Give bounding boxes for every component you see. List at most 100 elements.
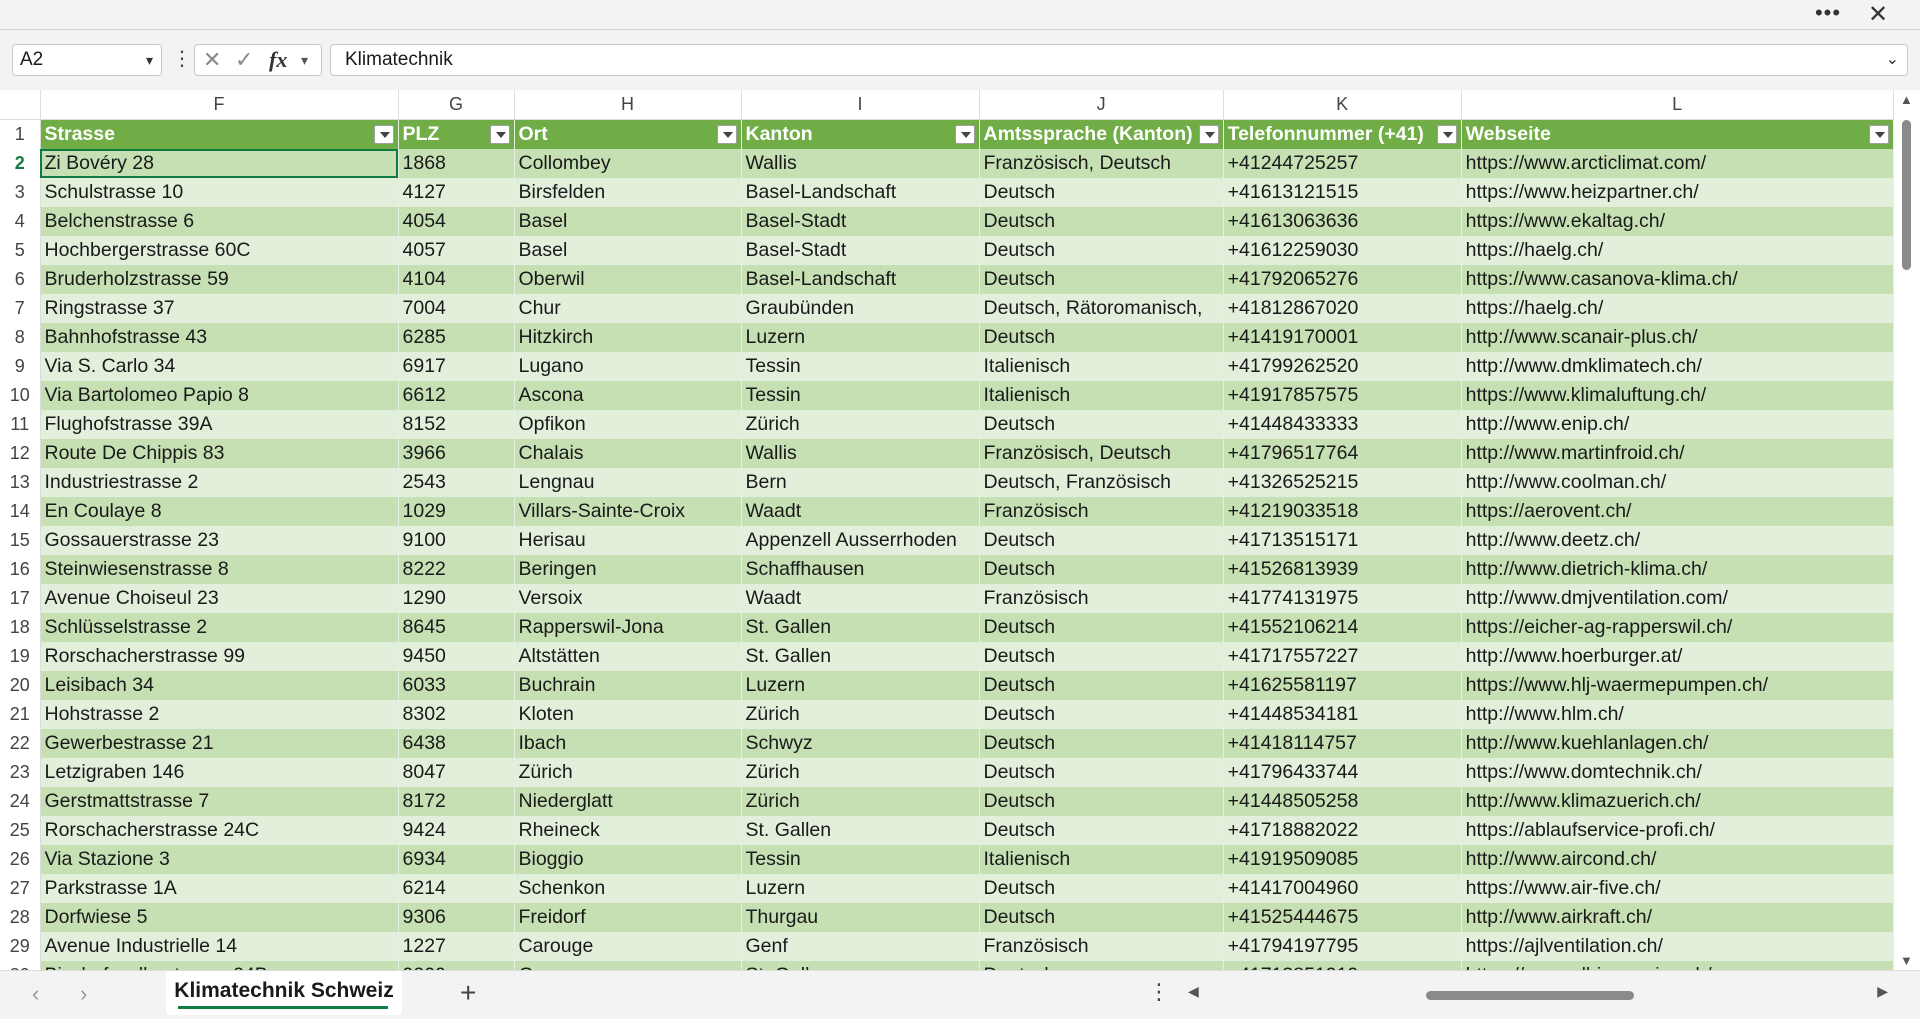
row-number[interactable]: 3 [0, 178, 41, 207]
cell[interactable]: 8222 [398, 555, 515, 584]
cell[interactable]: 1029 [398, 497, 515, 526]
cell[interactable]: Französisch, Deutsch [979, 439, 1224, 468]
cell[interactable]: Basel-Stadt [741, 207, 980, 236]
cell[interactable]: Basel [514, 207, 742, 236]
cell[interactable]: En Coulaye 8 [40, 497, 399, 526]
cell[interactable]: 1227 [398, 932, 515, 961]
chevron-down-icon[interactable]: ▾ [146, 45, 153, 75]
cell[interactable]: +41244725257 [1223, 149, 1462, 178]
enter-check-icon[interactable]: ✓ [235, 45, 253, 75]
cancel-icon[interactable]: ✕ [203, 45, 221, 75]
cell[interactable]: Schwyz [741, 729, 980, 758]
cell[interactable]: 6612 [398, 381, 515, 410]
scroll-right-icon[interactable]: ▶ [1877, 983, 1888, 1000]
row-number[interactable]: 7 [0, 294, 41, 323]
cell[interactable]: Deutsch [979, 236, 1224, 265]
row-number[interactable]: 19 [0, 642, 41, 671]
cell[interactable]: Industriestrasse 2 [40, 468, 399, 497]
cell[interactable]: Birsfelden [514, 178, 742, 207]
cell[interactable]: +41448534181 [1223, 700, 1462, 729]
cell[interactable]: Tessin [741, 352, 980, 381]
cell[interactable]: Villars-Sainte-Croix [514, 497, 742, 526]
cell[interactable]: 8172 [398, 787, 515, 816]
close-icon[interactable]: ✕ [1864, 2, 1892, 28]
cell[interactable]: https://eicher-ag-rapperswil.ch/ [1461, 613, 1894, 642]
cell[interactable]: +41417004960 [1223, 874, 1462, 903]
cell[interactable]: Basel-Landschaft [741, 265, 980, 294]
previous-sheet-icon[interactable]: ‹ [32, 981, 39, 1007]
row-number[interactable]: 28 [0, 903, 41, 932]
column-letter-i[interactable]: I [741, 90, 980, 120]
cell[interactable]: Altstätten [514, 642, 742, 671]
cell[interactable]: Zürich [741, 758, 980, 787]
column-letter-f[interactable]: F [40, 90, 399, 120]
column-letter-h[interactable]: H [514, 90, 742, 120]
cell[interactable]: https://www.domtechnik.ch/ [1461, 758, 1894, 787]
cell[interactable]: http://www.coolman.ch/ [1461, 468, 1894, 497]
cell[interactable]: http://www.scanair-plus.ch/ [1461, 323, 1894, 352]
cell[interactable]: https://haelg.ch/ [1461, 294, 1894, 323]
cell[interactable]: Französisch [979, 932, 1224, 961]
cell[interactable]: https://www.arcticlimat.com/ [1461, 149, 1894, 178]
formula-input[interactable]: Klimatechnik ⌄ [330, 44, 1908, 76]
cell[interactable]: Deutsch [979, 874, 1224, 903]
cell[interactable]: Avenue Industrielle 14 [40, 932, 399, 961]
cell[interactable]: 3966 [398, 439, 515, 468]
cell[interactable]: Deutsch [979, 700, 1224, 729]
filter-dropdown-icon[interactable] [373, 125, 394, 144]
cell[interactable]: Niederglatt [514, 787, 742, 816]
cell[interactable]: https://ajlventilation.ch/ [1461, 932, 1894, 961]
cell[interactable]: 2543 [398, 468, 515, 497]
cell[interactable]: Deutsch [979, 555, 1224, 584]
next-sheet-icon[interactable]: › [80, 981, 87, 1007]
row-number[interactable]: 5 [0, 236, 41, 265]
cell[interactable]: https://www.klimaluftung.ch/ [1461, 381, 1894, 410]
row-number[interactable]: 2 [0, 149, 41, 178]
row-number[interactable]: 10 [0, 381, 41, 410]
cell[interactable]: Versoix [514, 584, 742, 613]
scroll-left-icon[interactable]: ◀ [1188, 983, 1199, 1000]
add-sheet-icon[interactable]: + [460, 977, 476, 1009]
cell[interactable]: Basel [514, 236, 742, 265]
cell[interactable]: http://www.dmjventilation.com/ [1461, 584, 1894, 613]
cell[interactable]: 1290 [398, 584, 515, 613]
cell[interactable]: 8152 [398, 410, 515, 439]
vertical-scroll-thumb[interactable] [1902, 120, 1911, 270]
filter-dropdown-icon[interactable] [954, 125, 975, 144]
cell[interactable]: 4057 [398, 236, 515, 265]
cell[interactable]: +41796433744 [1223, 758, 1462, 787]
cell[interactable]: Italienisch [979, 845, 1224, 874]
cell[interactable]: Gewerbestrasse 21 [40, 729, 399, 758]
row-number[interactable]: 11 [0, 410, 41, 439]
row-number[interactable]: 9 [0, 352, 41, 381]
column-header-cell[interactable]: Strasse [40, 119, 399, 149]
cell[interactable]: +41419170001 [1223, 323, 1462, 352]
select-all-corner[interactable] [0, 90, 41, 120]
filter-dropdown-icon[interactable] [1436, 125, 1457, 144]
cell[interactable]: +41326525215 [1223, 468, 1462, 497]
expand-formula-icon[interactable]: ⌄ [1886, 45, 1899, 75]
cell[interactable]: Rorschacherstrasse 24C [40, 816, 399, 845]
cell[interactable]: https://www.air-five.ch/ [1461, 874, 1894, 903]
cell[interactable]: Via Stazione 3 [40, 845, 399, 874]
cell[interactable]: 6285 [398, 323, 515, 352]
cell[interactable]: Gossau [514, 961, 742, 970]
cell[interactable]: Genf [741, 932, 980, 961]
column-letter-k[interactable]: K [1223, 90, 1462, 120]
cell[interactable]: 9424 [398, 816, 515, 845]
cell[interactable]: Deutsch, Französisch [979, 468, 1224, 497]
cell[interactable]: Deutsch [979, 613, 1224, 642]
cell[interactable]: Wallis [741, 149, 980, 178]
column-header-cell[interactable]: PLZ [398, 119, 515, 149]
cell[interactable]: Graubünden [741, 294, 980, 323]
cell[interactable]: Steinwiesenstrasse 8 [40, 555, 399, 584]
cell[interactable]: +41525444675 [1223, 903, 1462, 932]
cell[interactable]: Thurgau [741, 903, 980, 932]
row-number[interactable]: 16 [0, 555, 41, 584]
cell[interactable]: Waadt [741, 584, 980, 613]
cell[interactable]: https://www.hlj-waermepumpen.ch/ [1461, 671, 1894, 700]
cell[interactable]: Gerstmattstrasse 7 [40, 787, 399, 816]
cell[interactable]: Rheineck [514, 816, 742, 845]
cell[interactable]: Lengnau [514, 468, 742, 497]
cell[interactable]: Parkstrasse 1A [40, 874, 399, 903]
